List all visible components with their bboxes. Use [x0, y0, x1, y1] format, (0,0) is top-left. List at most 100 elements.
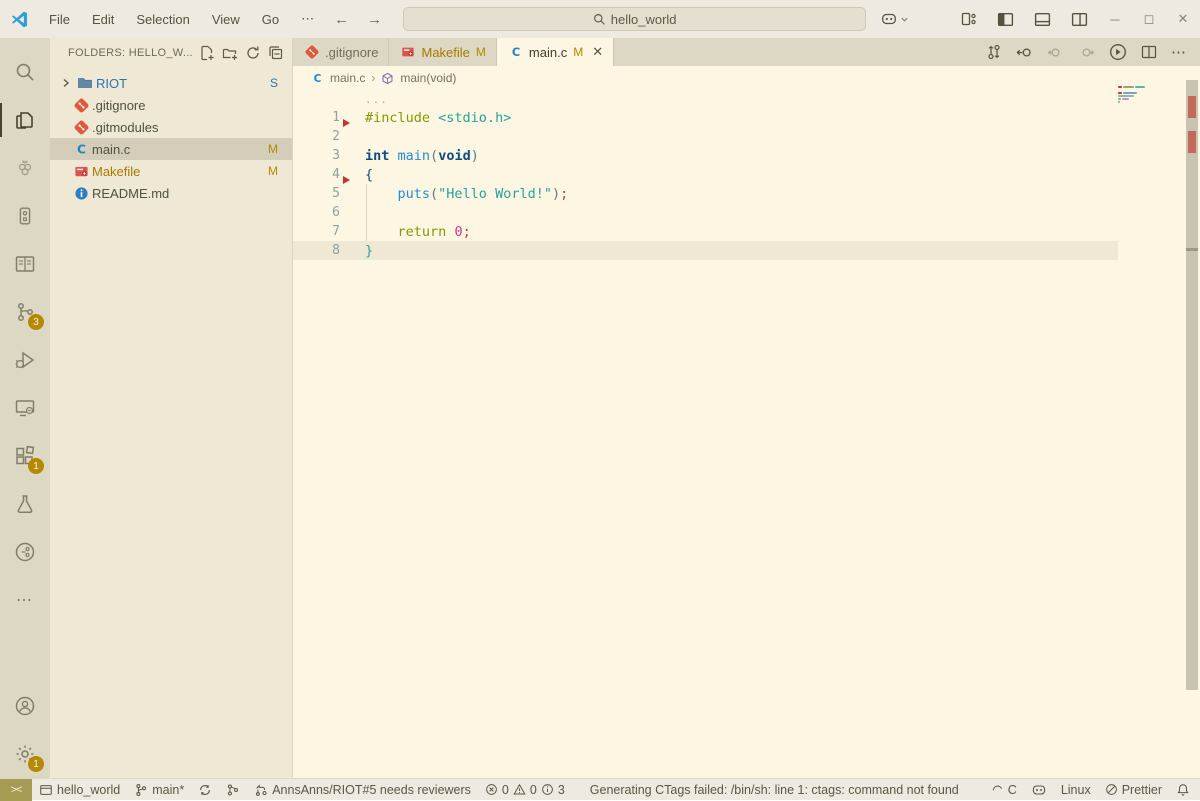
menu-view[interactable]: View [201, 12, 251, 27]
tab-modified-badge: M [476, 45, 486, 59]
tree-item-gitignore[interactable]: .gitignore [50, 94, 292, 116]
menu-more[interactable]: ⋯ [290, 11, 325, 27]
activity-explorer[interactable] [0, 96, 50, 144]
graph-branch-icon [226, 783, 240, 797]
more-actions-icon[interactable]: ⋯ [1171, 43, 1186, 61]
tree-item-riot[interactable]: RIOT S [50, 72, 292, 94]
svg-text:C: C [314, 73, 322, 85]
menu-go[interactable]: Go [251, 12, 290, 27]
tree-item-main-c[interactable]: C main.c M [50, 138, 292, 160]
pull-request-status[interactable]: AnnsAnns/RIOT#5 needs reviewers [247, 779, 478, 801]
gutter-marker-icon[interactable] [343, 176, 350, 184]
tree-item-makefile[interactable]: Makefile M [50, 160, 292, 182]
editor-scrollbar[interactable] [1186, 80, 1198, 690]
activity-search[interactable] [0, 48, 50, 96]
activity-extensions[interactable]: 1 [0, 432, 50, 480]
activity-source-control[interactable]: 3 [0, 288, 50, 336]
explorer-section-title[interactable]: FOLDERS: HELLO_W... [68, 47, 199, 59]
command-center-search[interactable]: hello_world [403, 7, 866, 31]
change-marker [1188, 131, 1196, 153]
minimap[interactable] [1118, 86, 1150, 108]
remote-indicator-button[interactable]: >< [0, 779, 32, 801]
file-name: README.md [92, 186, 169, 201]
file-name: Makefile [92, 164, 140, 179]
copilot-status[interactable] [1024, 779, 1054, 801]
copilot-menu[interactable] [880, 10, 909, 28]
menu-selection[interactable]: Selection [125, 12, 200, 27]
activity-docs[interactable] [0, 240, 50, 288]
tab-makefile[interactable]: Makefile M [389, 38, 496, 66]
tree-item-readme[interactable]: README.md [50, 182, 292, 204]
toggle-sidebar-button[interactable] [987, 11, 1024, 28]
search-icon [13, 60, 37, 84]
scm-graph-button[interactable] [219, 779, 247, 801]
prev-marker-icon[interactable] [1047, 44, 1064, 61]
warning-icon [513, 783, 526, 796]
breadcrumb-symbol[interactable]: main(void) [400, 71, 456, 85]
account-button[interactable] [0, 682, 50, 730]
activity-raspberry-pi[interactable] [0, 144, 50, 192]
nav-forward-icon[interactable]: → [358, 11, 391, 28]
files-icon [13, 108, 37, 132]
symbol-method-icon [381, 72, 394, 85]
code-line-1: 1 #include <stdio.h> [293, 108, 1200, 127]
close-button[interactable]: ✕ [1166, 0, 1200, 38]
customize-layout-button[interactable] [951, 11, 987, 27]
activity-more[interactable]: ⋯ [0, 576, 50, 624]
menu-file[interactable]: File [38, 12, 81, 27]
refresh-button[interactable] [245, 45, 261, 61]
formatter-indicator[interactable]: Prettier [1098, 779, 1169, 801]
line-number: 2 [293, 129, 340, 144]
status-message: Generating CTags failed: /bin/sh: line 1… [590, 783, 959, 797]
tab-gitignore[interactable]: .gitignore [293, 38, 389, 66]
activity-testing[interactable] [0, 480, 50, 528]
open-changes-icon[interactable] [986, 44, 1002, 60]
problems-indicator[interactable]: 0 0 3 [478, 779, 572, 801]
activity-run-debug[interactable] [0, 336, 50, 384]
branch-indicator[interactable]: main* [127, 779, 191, 801]
activity-graph-tool[interactable] [0, 528, 50, 576]
tab-main-c[interactable]: C main.c M ✕ [497, 38, 614, 66]
code-line-7: 7 return 0; [293, 222, 1200, 241]
next-marker-icon[interactable] [1078, 44, 1095, 61]
folded-region-indicator[interactable]: ... [365, 93, 388, 106]
activity-device[interactable] [0, 192, 50, 240]
window-icon [39, 783, 53, 797]
c-file-icon: C [509, 45, 523, 59]
menu-edit[interactable]: Edit [81, 12, 125, 27]
file-name: RIOT [96, 76, 127, 91]
activity-remote-explorer[interactable] [0, 384, 50, 432]
sync-changes-button[interactable] [191, 779, 219, 801]
workspace-indicator[interactable]: hello_world [32, 779, 127, 801]
language-mode-indicator[interactable]: C [984, 779, 1024, 801]
maximize-button[interactable]: ◻ [1132, 0, 1166, 38]
file-name: .gitmodules [92, 120, 158, 135]
sync-icon [198, 783, 212, 797]
split-editor-icon[interactable] [1141, 44, 1157, 60]
beaker-icon [13, 492, 37, 516]
new-file-button[interactable] [199, 45, 215, 61]
minimize-button[interactable]: ─ [1098, 0, 1132, 38]
previous-change-icon[interactable] [1016, 44, 1033, 61]
collapse-all-button[interactable] [268, 45, 284, 61]
code-editor[interactable]: ... 1 #include <stdio.h> 2 3 int main(vo… [293, 90, 1200, 778]
gutter-marker-icon[interactable] [343, 119, 350, 127]
tree-item-gitmodules[interactable]: .gitmodules [50, 116, 292, 138]
os-indicator[interactable]: Linux [1054, 779, 1098, 801]
ctags-message[interactable]: Generating CTags failed: /bin/sh: line 1… [572, 779, 966, 801]
settings-badge: 1 [28, 756, 44, 772]
pull-request-icon [254, 783, 268, 797]
code-line-8: 8 } [293, 241, 1200, 260]
notifications-button[interactable] [1169, 779, 1200, 801]
error-count: 0 [502, 783, 509, 797]
run-file-icon[interactable] [1109, 43, 1127, 61]
new-folder-button[interactable] [222, 45, 238, 61]
status-bar: >< hello_world main* AnnsAnns/RIOT#5 nee… [0, 778, 1200, 800]
settings-button[interactable]: 1 [0, 730, 50, 778]
toggle-panel-button[interactable] [1024, 11, 1061, 28]
nav-back-icon[interactable]: ← [325, 11, 358, 28]
vscode-logo-icon [0, 10, 38, 29]
tab-close-icon[interactable]: ✕ [592, 44, 603, 60]
breadcrumb-file[interactable]: main.c [330, 71, 365, 85]
toggle-secondary-sidebar-button[interactable] [1061, 11, 1098, 28]
